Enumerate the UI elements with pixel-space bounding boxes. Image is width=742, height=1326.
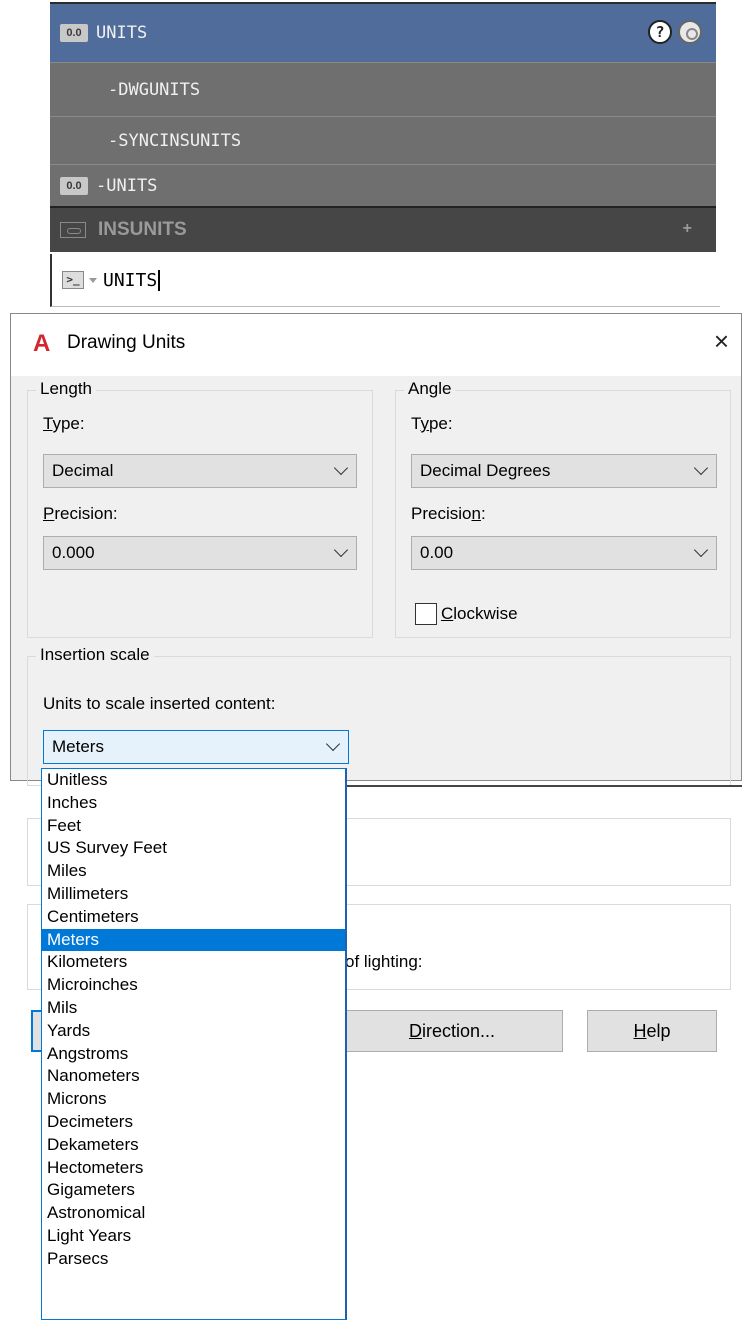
clockwise-label[interactable]: Clockwise [441,604,518,624]
angle-type-select[interactable]: Decimal Degrees [411,454,717,488]
length-type-select[interactable]: Decimal [43,454,357,488]
dropdown-option[interactable]: Astronomical [42,1202,345,1225]
dropdown-option[interactable]: Miles [42,860,345,883]
angle-precision-value: 0.00 [420,543,454,562]
dropdown-option[interactable]: Decimeters [42,1111,345,1134]
length-legend: Length [36,379,96,399]
direction-button[interactable]: Direction... [341,1010,563,1052]
dropdown-option[interactable]: US Survey Feet [42,837,345,860]
drawing-units-dialog: A Drawing Units × Length Type: Decimal P… [10,313,742,1052]
close-button[interactable]: × [714,328,729,354]
sysvar-label: INSUNITS [98,219,187,240]
dropdown-option[interactable]: Angstroms [42,1043,345,1066]
autocomplete-item-units-dash[interactable]: 0.0 -UNITS [50,164,716,206]
angle-type-value: Decimal Degrees [420,461,551,480]
angle-legend: Angle [404,379,456,399]
dropdown-option[interactable]: Parsecs [42,1248,345,1271]
autocomplete-sysvar-insunits[interactable]: INSUNITS + [50,206,716,252]
length-type-label: Type: [43,414,85,433]
dropdown-option[interactable]: Microns [42,1088,345,1111]
dialog-title: Drawing Units [67,332,186,353]
autocomplete-item-label: UNITS [96,23,148,43]
lighting-label: of lighting: [345,952,423,971]
insertion-units-label: Units to scale inserted content: [43,694,276,713]
chevron-down-icon [333,460,349,476]
dropdown-option[interactable]: Mils [42,997,345,1020]
dropdown-option[interactable]: Feet [42,815,345,838]
dialog-title-bar: A Drawing Units × [11,314,741,376]
autocomplete-item-syncinsunits[interactable]: -SYNCINSUNITS [50,116,716,164]
autocomplete-item-dwgunits[interactable]: -DWGUNITS [50,62,716,116]
length-precision-select[interactable]: 0.000 [43,536,357,570]
autocad-logo-icon: A [33,330,51,357]
angle-type-label: Type: [411,414,453,433]
length-type-value: Decimal [52,461,114,480]
dropdown-option[interactable]: Kilometers [42,951,345,974]
autocomplete-panel: 0.0 UNITS ? -DWGUNITS -SYNCINSUNITS 0.0 … [50,2,716,252]
chevron-down-icon[interactable] [89,277,97,283]
angle-precision-label: Precision: [411,504,486,523]
clockwise-checkbox[interactable] [415,603,437,625]
help-button[interactable]: Help [587,1010,717,1052]
autocomplete-item-label: -SYNCINSUNITS [108,130,242,151]
angle-precision-select[interactable]: 0.00 [411,536,717,570]
dropdown-option[interactable]: Microinches [42,974,345,997]
dropdown-option[interactable]: Yards [42,1020,345,1043]
length-precision-label: Precision: [43,504,118,523]
dropdown-option[interactable]: Nanometers [42,1065,345,1088]
dropdown-option[interactable]: Meters [42,928,345,952]
insertion-units-value: Meters [52,737,104,756]
insertion-scale-group: Insertion scale [27,645,731,786]
autocomplete-item-label: -UNITS [96,175,158,196]
autocomplete-item-units[interactable]: 0.0 UNITS ? [50,2,716,62]
dropdown-option[interactable]: Unitless [42,769,345,792]
dropdown-option[interactable]: Gigameters [42,1179,345,1202]
dropdown-option[interactable]: Light Years [42,1225,345,1248]
length-precision-value: 0.000 [52,543,95,562]
chevron-down-icon [333,542,349,558]
autocomplete-item-label: -DWGUNITS [108,79,201,100]
dropdown-option[interactable]: Dekameters [42,1134,345,1157]
chevron-down-icon [693,460,709,476]
search-internet-icon[interactable] [678,20,702,44]
length-type-label-rest: ype: [52,414,85,433]
value-00-icon: 0.0 [60,24,88,42]
command-input[interactable]: UNITS [103,269,161,291]
plus-icon[interactable]: + [683,220,692,238]
value-00-icon: 0.0 [60,176,88,195]
dropdown-option[interactable]: Centimeters [42,906,345,929]
dropdown-option[interactable]: Millimeters [42,883,345,906]
command-line[interactable]: >_ UNITS [50,254,720,307]
sysvar-icon [60,222,86,238]
insertion-units-dropdown-list[interactable]: Unitless Inches Feet US Survey Feet Miles Mil… [41,768,347,1320]
dropdown-option[interactable]: Hectometers [42,1157,345,1180]
insertion-units-select[interactable]: Meters [43,730,349,764]
chevron-down-icon [325,736,341,752]
dropdown-option[interactable]: Inches [42,792,345,815]
chevron-down-icon [693,542,709,558]
command-prompt-icon[interactable]: >_ [62,271,84,289]
insertion-scale-legend: Insertion scale [36,645,154,665]
help-icon[interactable]: ? [648,20,672,44]
